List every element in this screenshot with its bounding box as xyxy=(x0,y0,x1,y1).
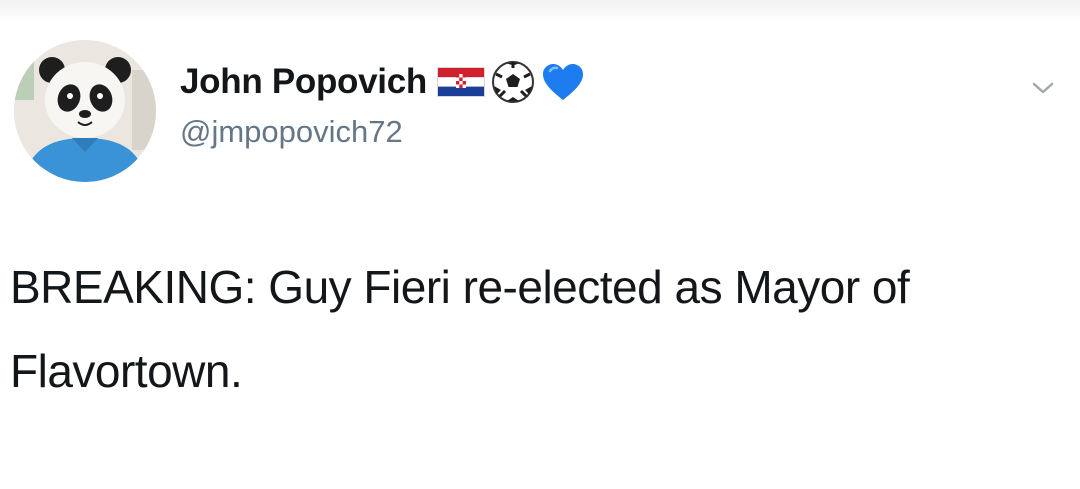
croatia-flag-icon xyxy=(436,67,485,97)
tweet-text: BREAKING: Guy Fieri re-elected as Mayor … xyxy=(10,261,910,397)
chevron-down-icon[interactable] xyxy=(1030,78,1056,98)
blue-heart-icon xyxy=(541,62,585,102)
author-display-name[interactable]: John Popovich xyxy=(180,62,427,102)
author-handle[interactable]: @jmpopovich72 xyxy=(180,114,403,150)
avatar[interactable] xyxy=(14,40,156,182)
author-name-row: John Popovich xyxy=(180,58,585,106)
panda-avatar-image xyxy=(14,40,156,182)
tweet-card: John Popovich @jmpopovich72 BREAKING: Gu… xyxy=(0,0,1080,489)
soccer-ball-icon xyxy=(491,60,535,104)
